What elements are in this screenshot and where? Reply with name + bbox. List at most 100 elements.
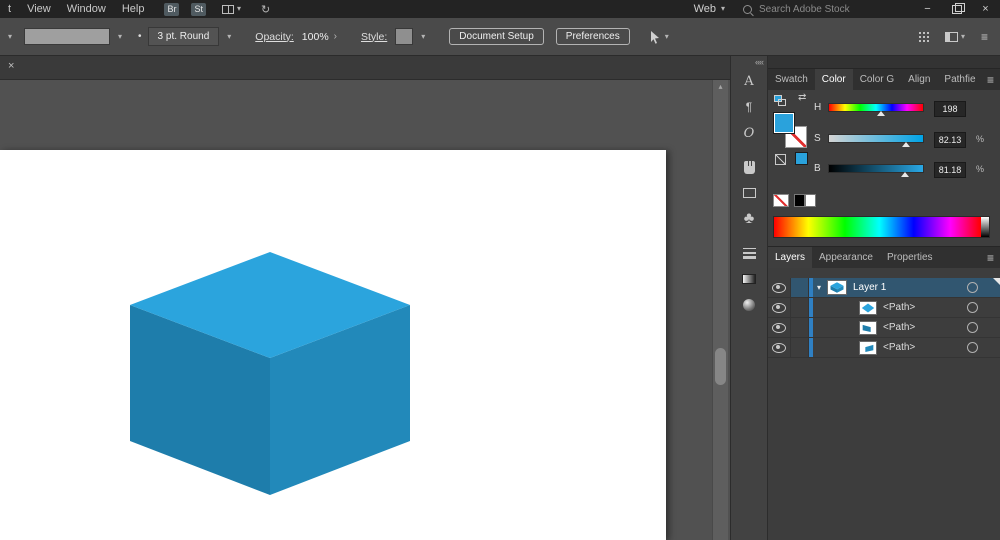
- layer-name[interactable]: Layer 1: [853, 282, 886, 293]
- target-circle[interactable]: [967, 282, 978, 293]
- document-tab-close-button[interactable]: ×: [8, 60, 14, 72]
- black-swatch[interactable]: [794, 194, 805, 207]
- canvas-pasteboard[interactable]: ▴: [0, 80, 730, 540]
- opacity-label[interactable]: Opacity:: [255, 31, 294, 43]
- path-name[interactable]: <Path>: [883, 342, 915, 353]
- brightness-slider-marker[interactable]: [901, 172, 910, 177]
- cube-artwork[interactable]: [0, 150, 666, 540]
- minimize-button[interactable]: −: [913, 0, 942, 18]
- arrange-windows-button[interactable]: ▾: [944, 31, 965, 42]
- visibility-toggle[interactable]: [768, 338, 791, 357]
- layer-thumbnail[interactable]: [827, 280, 847, 295]
- search-input[interactable]: [757, 2, 869, 16]
- visibility-toggle[interactable]: [768, 298, 791, 317]
- stock-button[interactable]: St: [191, 2, 206, 16]
- none-swatch[interactable]: [773, 194, 789, 207]
- document-setup-button[interactable]: Document Setup: [449, 28, 544, 45]
- bridge-button[interactable]: Br: [164, 2, 180, 16]
- rotate-view-icon[interactable]: ↻: [261, 3, 270, 16]
- gradient-panel-icon[interactable]: [731, 267, 767, 291]
- path-thumbnail[interactable]: [859, 340, 877, 355]
- character-panel-icon[interactable]: A: [731, 69, 767, 93]
- lock-toggle[interactable]: [791, 338, 809, 357]
- color-spectrum-bar[interactable]: [773, 216, 990, 238]
- tab-appearance[interactable]: Appearance: [812, 247, 880, 268]
- touch-workspace-icon[interactable]: [917, 31, 929, 42]
- style-swatch[interactable]: [395, 28, 414, 45]
- menu-item-window[interactable]: Window: [59, 0, 114, 18]
- tab-align[interactable]: Align: [901, 69, 937, 90]
- stroke-panel-icon[interactable]: [731, 241, 767, 265]
- style-chevron[interactable]: ▾: [421, 32, 425, 41]
- layers-panel-menu-icon[interactable]: ≡: [987, 247, 994, 269]
- opacity-value[interactable]: 100%: [302, 31, 329, 43]
- controlbar-menu-icon[interactable]: ≡: [981, 30, 988, 44]
- brush-definition-select[interactable]: 3 pt. Round: [147, 27, 220, 46]
- menu-item-view[interactable]: View: [19, 0, 59, 18]
- artboard[interactable]: [0, 150, 666, 540]
- isolate-selected-object-button[interactable]: ▾: [648, 30, 669, 44]
- artboards-panel-icon[interactable]: [731, 181, 767, 205]
- fill-swatch[interactable]: [773, 112, 795, 134]
- target-circle[interactable]: [967, 342, 978, 353]
- last-color-swatch[interactable]: [795, 152, 808, 165]
- lock-toggle[interactable]: [791, 318, 809, 337]
- path-name[interactable]: <Path>: [883, 302, 915, 313]
- restore-button[interactable]: [942, 0, 971, 18]
- layer-row-layer1[interactable]: ▾ Layer 1: [768, 278, 1000, 298]
- saturation-slider-marker[interactable]: [902, 142, 911, 147]
- fill-dropdown-chevron[interactable]: ▾: [8, 32, 12, 41]
- hue-slider[interactable]: [828, 103, 924, 116]
- visibility-toggle[interactable]: [768, 318, 791, 337]
- target-circle[interactable]: [967, 302, 978, 313]
- color-mode-box-icon[interactable]: [775, 154, 786, 165]
- target-circle[interactable]: [967, 322, 978, 333]
- white-swatch[interactable]: [805, 194, 816, 207]
- scroll-up-icon[interactable]: ▴: [713, 82, 728, 91]
- swap-fill-stroke-icon[interactable]: ⇄: [798, 92, 806, 103]
- lock-toggle[interactable]: [791, 298, 809, 317]
- variable-width-chevron[interactable]: ▾: [118, 32, 122, 41]
- tab-pathfinder[interactable]: Pathfie: [937, 69, 982, 90]
- close-button[interactable]: ×: [971, 0, 1000, 18]
- fill-stroke-mini-icon[interactable]: [774, 95, 786, 106]
- layer-row-path3[interactable]: <Path>: [768, 338, 1000, 358]
- lock-toggle[interactable]: [791, 278, 809, 297]
- stroke-color-box[interactable]: [24, 28, 111, 45]
- brightness-slider[interactable]: [828, 164, 924, 177]
- hue-value-input[interactable]: 198: [934, 101, 966, 117]
- hue-slider-marker[interactable]: [876, 111, 885, 116]
- path-thumbnail[interactable]: [859, 320, 877, 335]
- workspace-switcher[interactable]: Web ▾: [694, 3, 725, 15]
- arrange-documents-button[interactable]: ▾: [221, 4, 241, 14]
- layer-row-path1[interactable]: <Path>: [768, 298, 1000, 318]
- tab-color-guide[interactable]: Color G: [853, 69, 901, 90]
- preferences-button[interactable]: Preferences: [555, 28, 630, 45]
- scrollbar-thumb[interactable]: [715, 348, 726, 385]
- paragraph-panel-icon[interactable]: ¶: [731, 95, 767, 119]
- path-name[interactable]: <Path>: [883, 322, 915, 333]
- color-panel-menu-icon[interactable]: ≡: [987, 69, 994, 91]
- tab-layers[interactable]: Layers: [768, 247, 813, 268]
- libraries-panel-icon[interactable]: [731, 155, 767, 179]
- style-label[interactable]: Style:: [361, 31, 387, 43]
- expand-panels-icon[interactable]: ««: [755, 56, 767, 67]
- brush-definition-chevron[interactable]: ▾: [227, 32, 231, 41]
- adobe-stock-search[interactable]: [743, 2, 873, 16]
- brightness-value-input[interactable]: 81.18: [934, 162, 966, 178]
- vertical-scrollbar[interactable]: ▴: [712, 80, 728, 540]
- opentype-panel-icon[interactable]: O: [731, 121, 767, 145]
- tab-swatches[interactable]: Swatch: [768, 69, 815, 90]
- symbols-panel-icon[interactable]: ♣: [731, 207, 767, 231]
- layer-row-path2[interactable]: <Path>: [768, 318, 1000, 338]
- menu-item-truncated[interactable]: t: [0, 0, 19, 18]
- opacity-chevron[interactable]: ›: [334, 31, 337, 42]
- transparency-panel-icon[interactable]: [731, 293, 767, 317]
- path-thumbnail[interactable]: [859, 300, 877, 315]
- tab-properties[interactable]: Properties: [880, 247, 940, 268]
- visibility-toggle[interactable]: [768, 278, 791, 297]
- saturation-slider[interactable]: [828, 134, 924, 147]
- tab-color[interactable]: Color: [814, 69, 853, 90]
- expand-chevron[interactable]: ▾: [813, 283, 825, 292]
- menu-item-help[interactable]: Help: [114, 0, 153, 18]
